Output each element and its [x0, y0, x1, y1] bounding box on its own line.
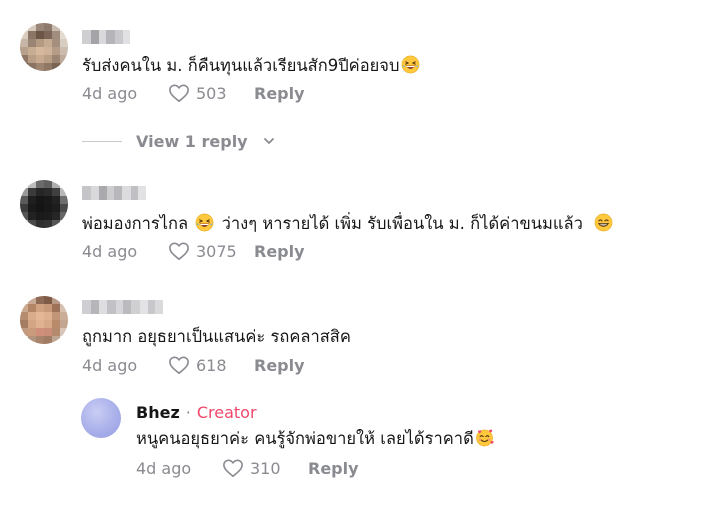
creator-badge: Creator: [196, 403, 257, 422]
avatar[interactable]: [20, 180, 68, 228]
pixelated-avatar-image: [20, 180, 68, 228]
heart-icon[interactable]: [168, 241, 190, 261]
like-button[interactable]: 3075: [168, 241, 254, 261]
like-count: 618: [196, 355, 227, 375]
beaming-face-icon: [594, 213, 613, 232]
pixelated-avatar-image: [20, 296, 68, 344]
grinning-squinting-face-icon: [196, 213, 214, 232]
avatar[interactable]: [20, 296, 68, 344]
smiling-face-with-hearts-icon: [475, 429, 494, 447]
comment-meta: 4d ago 503 Reply: [82, 82, 305, 104]
reply-button[interactable]: Reply: [308, 459, 359, 478]
username-blurred[interactable]: [82, 30, 130, 44]
comment-text: หนูคนอยุธยาค่ะ คนรู้จักพ่อขายให้ เลยได้ร…: [136, 428, 496, 450]
comment-text-content: รับส่งคนใน ม. ก็คืนทุนแล้วเรียนสัก9ปีค่อ…: [82, 56, 400, 75]
reply-button[interactable]: Reply: [254, 356, 305, 375]
reply-button[interactable]: Reply: [254, 84, 305, 103]
comment-timestamp: 4d ago: [82, 355, 138, 375]
username-blurred[interactable]: [82, 186, 146, 200]
like-button[interactable]: 310: [222, 458, 308, 478]
comment-text: รับส่งคนใน ม. ก็คืนทุนแล้วเรียนสัก9ปีค่อ…: [82, 55, 422, 77]
heart-icon[interactable]: [168, 355, 190, 375]
chevron-down-icon: [263, 138, 274, 144]
heart-icon[interactable]: [168, 83, 190, 103]
comment-timestamp: 4d ago: [82, 241, 138, 261]
comment-text-part-2: ว่างๆ หารายได้ เพิ่ม รับเพื่อนใน ม. ก็ได…: [221, 214, 583, 233]
comment-meta: 4d ago 618 Reply: [82, 354, 305, 376]
grinning-squinting-face-icon: [402, 55, 420, 74]
avatar[interactable]: [20, 23, 68, 71]
like-button[interactable]: 503: [168, 83, 254, 103]
comment-timestamp: 4d ago: [82, 83, 138, 103]
like-button[interactable]: 618: [168, 355, 254, 375]
reply-text-content: หนูคนอยุธยาค่ะ คนรู้จักพ่อขายให้ เลยได้ร…: [136, 429, 474, 448]
reply-header: Bhez · Creator: [136, 403, 257, 423]
comments-page: รับส่งคนใน ม. ก็คืนทุนแล้วเรียนสัก9ปีค่อ…: [0, 0, 728, 506]
like-count: 503: [196, 83, 227, 103]
pixelated-avatar-image: [20, 23, 68, 71]
creator-username[interactable]: Bhez: [136, 403, 180, 423]
username-blurred[interactable]: [82, 300, 163, 314]
comment-text: พ่อมองการไกล ว่างๆ หารายได้ เพิ่ม รับเพื…: [82, 213, 615, 235]
divider-line: [82, 140, 122, 142]
separator-dot: ·: [185, 403, 191, 422]
view-replies-button[interactable]: View 1 reply: [82, 130, 276, 152]
comment-text-part-1: พ่อมองการไกล: [82, 214, 189, 233]
comment-timestamp: 4d ago: [136, 458, 192, 478]
comment-text-content: ถูกมาก อยุธยาเป็นแสนค่ะ รถคลาสสิค: [82, 327, 351, 346]
comment-text: ถูกมาก อยุธยาเป็นแสนค่ะ รถคลาสสิค: [82, 326, 351, 348]
creator-avatar[interactable]: [81, 398, 121, 438]
heart-icon[interactable]: [222, 458, 244, 478]
comment-meta: 4d ago 310 Reply: [136, 457, 359, 479]
like-count: 3075: [196, 241, 237, 261]
view-replies-label: View 1 reply: [136, 131, 248, 151]
reply-button[interactable]: Reply: [254, 242, 305, 261]
like-count: 310: [250, 458, 281, 478]
comment-meta: 4d ago 3075 Reply: [82, 240, 305, 262]
